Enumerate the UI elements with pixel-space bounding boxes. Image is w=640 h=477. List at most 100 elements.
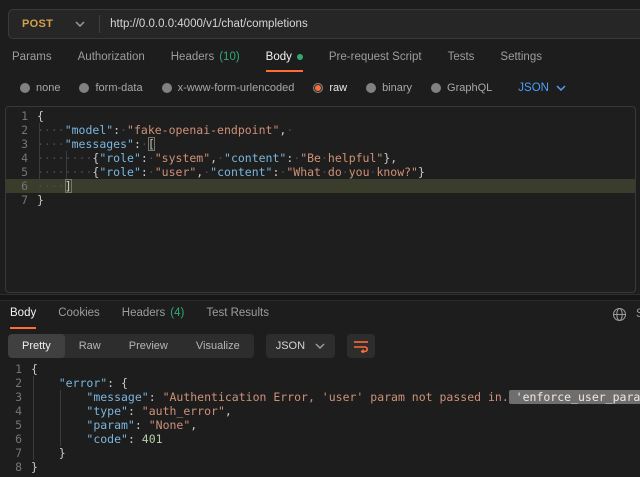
code-token: ········	[37, 151, 92, 165]
code-token: :	[128, 404, 142, 418]
code-token: ····	[37, 123, 65, 137]
method-select[interactable]: POST	[9, 10, 99, 38]
view-preview[interactable]: Preview	[115, 334, 182, 358]
radio-label: raw	[329, 82, 347, 94]
indent-guide	[60, 390, 61, 446]
tab-label: Headers	[122, 307, 165, 319]
body-type-graphql[interactable]: GraphQL	[431, 82, 492, 94]
pane-divider[interactable]	[0, 294, 640, 301]
request-tab-pre-request-script[interactable]: Pre-request Script	[329, 46, 422, 72]
request-tab-tests[interactable]: Tests	[448, 46, 475, 72]
request-tabs: Params Authorization Headers(10) Body Pre-re…	[0, 46, 640, 72]
line-number: 6	[0, 432, 22, 446]
body-type-raw[interactable]: raw	[313, 82, 347, 94]
request-tab-settings[interactable]: Settings	[500, 46, 542, 72]
response-tab-body[interactable]: Body	[10, 301, 36, 329]
view-pretty[interactable]: Pretty	[8, 334, 65, 358]
wrap-lines-button[interactable]	[347, 334, 375, 358]
response-tabs: S Body Cookies Headers (4) Test Results	[0, 301, 640, 329]
code-text: "param": "None",	[31, 418, 197, 432]
response-language-label: JSON	[276, 340, 305, 352]
code-line[interactable]: 6 "code": 401	[0, 432, 640, 446]
response-language-select[interactable]: JSON	[266, 334, 335, 358]
code-line[interactable]: 2····"model":·"fake-openai-endpoint",·	[6, 123, 635, 137]
code-token: ,	[190, 418, 197, 432]
raw-language-select[interactable]: JSON	[518, 82, 566, 94]
code-line[interactable]: 8}	[0, 460, 640, 474]
request-tab-headers[interactable]: Headers(10)	[171, 46, 240, 72]
globe-icon[interactable]	[612, 307, 627, 322]
code-line[interactable]: 4········{"role":·"system",·"content":·"…	[6, 151, 635, 165]
radio-label: none	[36, 82, 60, 94]
code-text: {	[37, 109, 44, 123]
postman-app: { "request": { "method": "POST", "url": …	[0, 9, 640, 477]
code-token: helpful"	[328, 151, 383, 165]
response-tab-test-results[interactable]: Test Results	[206, 301, 269, 329]
body-type-none[interactable]: none	[20, 82, 60, 94]
code-token: "user"	[155, 165, 197, 179]
radio-label: form-data	[95, 82, 142, 94]
code-token: "Be	[300, 151, 321, 165]
code-token	[31, 446, 59, 460]
view-visualize[interactable]: Visualize	[182, 334, 254, 358]
code-line[interactable]: 7}	[6, 193, 635, 207]
code-token: do	[328, 165, 342, 179]
code-line[interactable]: 4 "type": "auth_error",	[0, 404, 640, 418]
line-number: 7	[6, 193, 28, 207]
body-type-form-data[interactable]: form-data	[79, 82, 142, 94]
code-token: }	[31, 460, 38, 474]
line-number: 6	[6, 179, 28, 193]
tab-count-badge: (4)	[170, 307, 184, 319]
chevron-down-icon	[556, 85, 566, 91]
line-number: 5	[0, 418, 22, 432]
code-token: "content"	[210, 165, 272, 179]
code-token: ····	[37, 179, 65, 193]
tab-label: Body	[10, 307, 36, 319]
code-token: ·	[217, 151, 224, 165]
request-body-editor[interactable]: 1{2····"model":·"fake-openai-endpoint",·…	[5, 106, 636, 293]
code-token: :	[134, 137, 141, 151]
code-line[interactable]: 1{	[6, 109, 635, 123]
raw-language-label: JSON	[518, 82, 549, 94]
radio-icon	[366, 83, 376, 93]
radio-label: x-www-form-urlencoded	[178, 82, 295, 94]
request-tab-body[interactable]: Body	[266, 46, 303, 72]
line-number: 1	[0, 362, 22, 376]
response-tab-headers[interactable]: Headers (4)	[122, 301, 185, 329]
response-body-viewer[interactable]: 1{2 "error": {3 "message": "Authenticati…	[0, 362, 640, 477]
line-number: 2	[6, 123, 28, 137]
code-text: }	[37, 193, 44, 207]
body-type-binary[interactable]: binary	[366, 82, 412, 94]
body-type-x-www-form-urlencoded[interactable]: x-www-form-urlencoded	[162, 82, 295, 94]
code-line[interactable]: 1{	[0, 362, 640, 376]
code-line[interactable]: 7 }	[0, 446, 640, 460]
view-raw[interactable]: Raw	[65, 334, 115, 358]
code-token	[31, 404, 86, 418]
code-line[interactable]: 2 "error": {	[0, 376, 640, 390]
request-tab-params[interactable]: Params	[12, 46, 52, 72]
code-line[interactable]: 3 "message": "Authentication Error, 'use…	[0, 390, 640, 404]
code-token: "param"	[86, 418, 134, 432]
code-text: {	[31, 362, 38, 376]
code-token: }	[59, 446, 66, 460]
status-text-clipped: S	[636, 308, 640, 320]
line-number: 4	[0, 404, 22, 418]
code-line[interactable]: 5········{"role":·"user",·"content":·"Wh…	[6, 165, 635, 179]
radio-icon	[162, 83, 172, 93]
code-line[interactable]: 3····"messages":·[	[6, 137, 635, 151]
code-token: :	[141, 165, 148, 179]
line-number: 2	[0, 376, 22, 390]
method-label: POST	[22, 18, 53, 30]
code-token: : {	[107, 376, 128, 390]
response-tab-cookies[interactable]: Cookies	[58, 301, 100, 329]
code-line[interactable]: 5 "param": "None",	[0, 418, 640, 432]
request-tab-authorization[interactable]: Authorization	[78, 46, 145, 72]
code-token: ·	[286, 123, 293, 137]
code-line[interactable]: 6····]	[6, 179, 635, 193]
code-text: ····"messages":·[	[37, 137, 155, 151]
code-token: ········	[37, 165, 92, 179]
code-text: ········{"role":·"system",·"content":·"B…	[37, 151, 397, 165]
url-input[interactable]	[100, 18, 640, 30]
code-text: "type": "auth_error",	[31, 404, 232, 418]
code-token: :	[128, 432, 142, 446]
